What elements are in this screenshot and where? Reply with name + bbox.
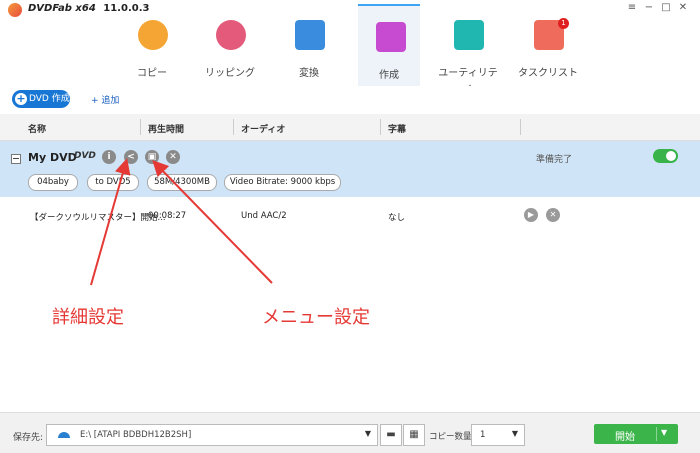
chevron-down-icon: ▼ <box>364 429 371 438</box>
copy-count-label: コピー数量: <box>429 432 475 442</box>
save-to-label: 保存先: <box>13 433 44 443</box>
start-label: 開始 <box>615 432 635 443</box>
drive-icon <box>58 432 70 438</box>
start-divider <box>656 427 657 441</box>
chevron-down-icon[interactable]: ▼ <box>661 428 667 437</box>
bottom-bar: 保存先: E:\ [ATAPI BDBDH12B2SH] ▼ ▬ ▦ コピー数量… <box>0 412 700 453</box>
save-destination-select[interactable]: E:\ [ATAPI BDBDH12B2SH] ▼ <box>46 424 378 446</box>
start-button[interactable]: 開始 ▼ <box>594 424 678 444</box>
menu-arrow <box>152 160 273 284</box>
annotation-arrows <box>90 158 273 286</box>
iso-icon[interactable]: ▦ <box>403 424 425 446</box>
detail-arrow <box>90 158 131 286</box>
chevron-down-icon: ▼ <box>511 429 518 438</box>
copy-count-select[interactable]: 1 ▼ <box>471 424 525 446</box>
annotation-detail-settings: 詳細設定 <box>52 307 124 328</box>
copy-count-value: 1 <box>480 430 486 440</box>
folder-icon[interactable]: ▬ <box>380 424 402 446</box>
save-destination-value: E:\ [ATAPI BDBDH12B2SH] <box>80 430 192 440</box>
annotation-menu-settings: メニュー設定 <box>262 307 370 328</box>
